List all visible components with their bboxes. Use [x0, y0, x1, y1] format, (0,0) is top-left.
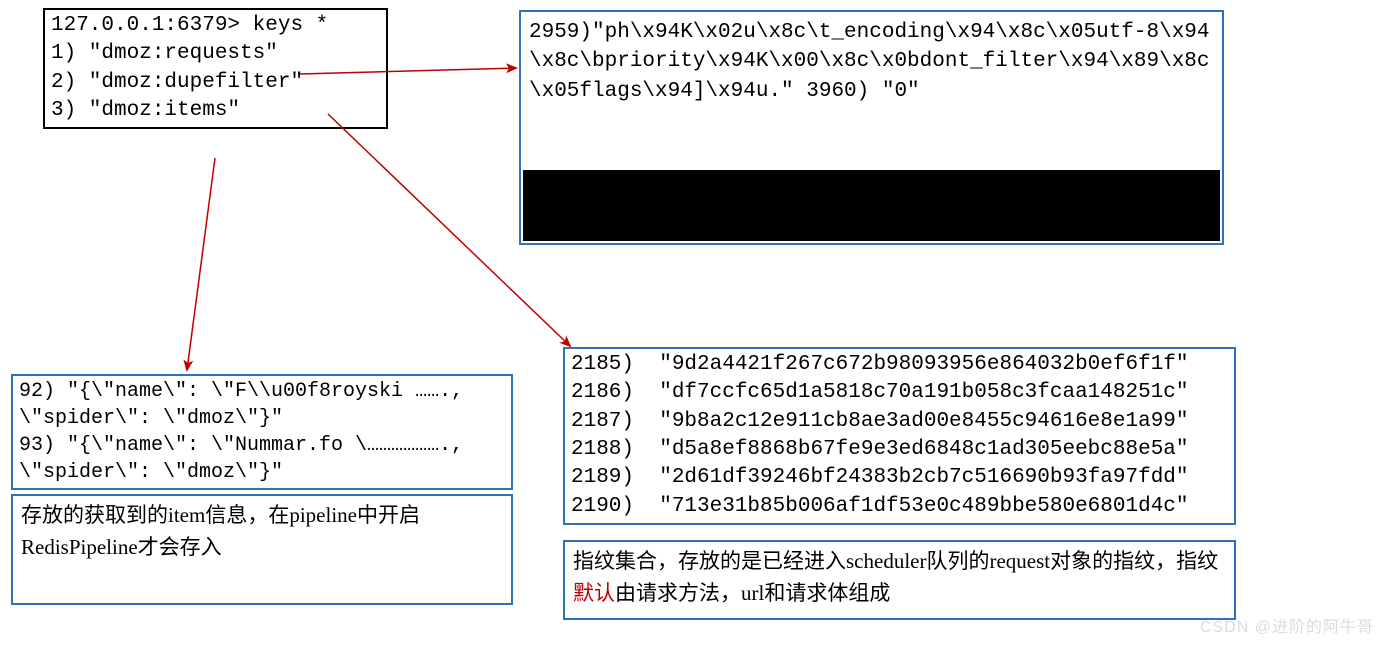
watermark-text: CSDN @进阶的阿牛哥 [1200, 613, 1374, 637]
items-line-1: 92) "{\"name\": \"F\\u00f8royski ……., [19, 378, 505, 405]
requests-dump-text: 2959)"ph\x94K\x02u\x8c\t_encoding\x94\x8… [521, 12, 1222, 112]
dupe-line-5: 2189) "2d61df39246bf24383b2cb7c516690b93… [571, 464, 1228, 492]
dupe-line-4: 2188) "d5a8ef8868b67fe9e3ed6848c1ad305ee… [571, 436, 1228, 464]
items-line-4: \"spider\": \"dmoz\"}" [19, 459, 505, 486]
items-line-2: \"spider\": \"dmoz\"}" [19, 405, 505, 432]
items-description-box: 存放的获取到的item信息，在pipeline中开启RedisPipeline才… [11, 494, 513, 605]
keys-line-1: 127.0.0.1:6379> keys * [51, 12, 380, 40]
dupe-desc-pre: 指纹集合，存放的是已经进入scheduler队列的request对象的指纹，指纹 [573, 549, 1218, 573]
items-description-text: 存放的获取到的item信息，在pipeline中开启RedisPipeline才… [21, 503, 420, 559]
items-content-box: 92) "{\"name\": \"F\\u00f8royski ……., \"… [11, 374, 513, 490]
keys-line-4: 3) "dmoz:items" [51, 97, 380, 125]
dupefilter-description-box: 指纹集合，存放的是已经进入scheduler队列的request对象的指纹，指纹… [563, 540, 1236, 620]
items-line-3: 93) "{\"name\": \"Nummar.fo \………………., [19, 432, 505, 459]
dupe-line-1: 2185) "9d2a4421f267c672b98093956e864032b… [571, 351, 1228, 379]
dupefilter-content-box: 2185) "9d2a4421f267c672b98093956e864032b… [563, 347, 1236, 525]
dupe-line-3: 2187) "9b8a2c12e911cb8ae3ad00e8455c94616… [571, 408, 1228, 436]
keys-line-3: 2) "dmoz:dupefilter" [51, 69, 380, 97]
requests-content-box: 2959)"ph\x94K\x02u\x8c\t_encoding\x94\x8… [519, 10, 1224, 245]
dupe-line-6: 2190) "713e31b85b006af1df53e0c489bbe580e… [571, 493, 1228, 521]
redis-keys-box: 127.0.0.1:6379> keys * 1) "dmoz:requests… [43, 8, 388, 129]
dupe-desc-post: 由请求方法，url和请求体组成 [615, 581, 890, 605]
black-masked-region [523, 170, 1220, 241]
dupe-desc-highlight: 默认 [573, 581, 615, 605]
keys-line-2: 1) "dmoz:requests" [51, 40, 380, 68]
dupe-line-2: 2186) "df7ccfc65d1a5818c70a191b058c3fcaa… [571, 379, 1228, 407]
